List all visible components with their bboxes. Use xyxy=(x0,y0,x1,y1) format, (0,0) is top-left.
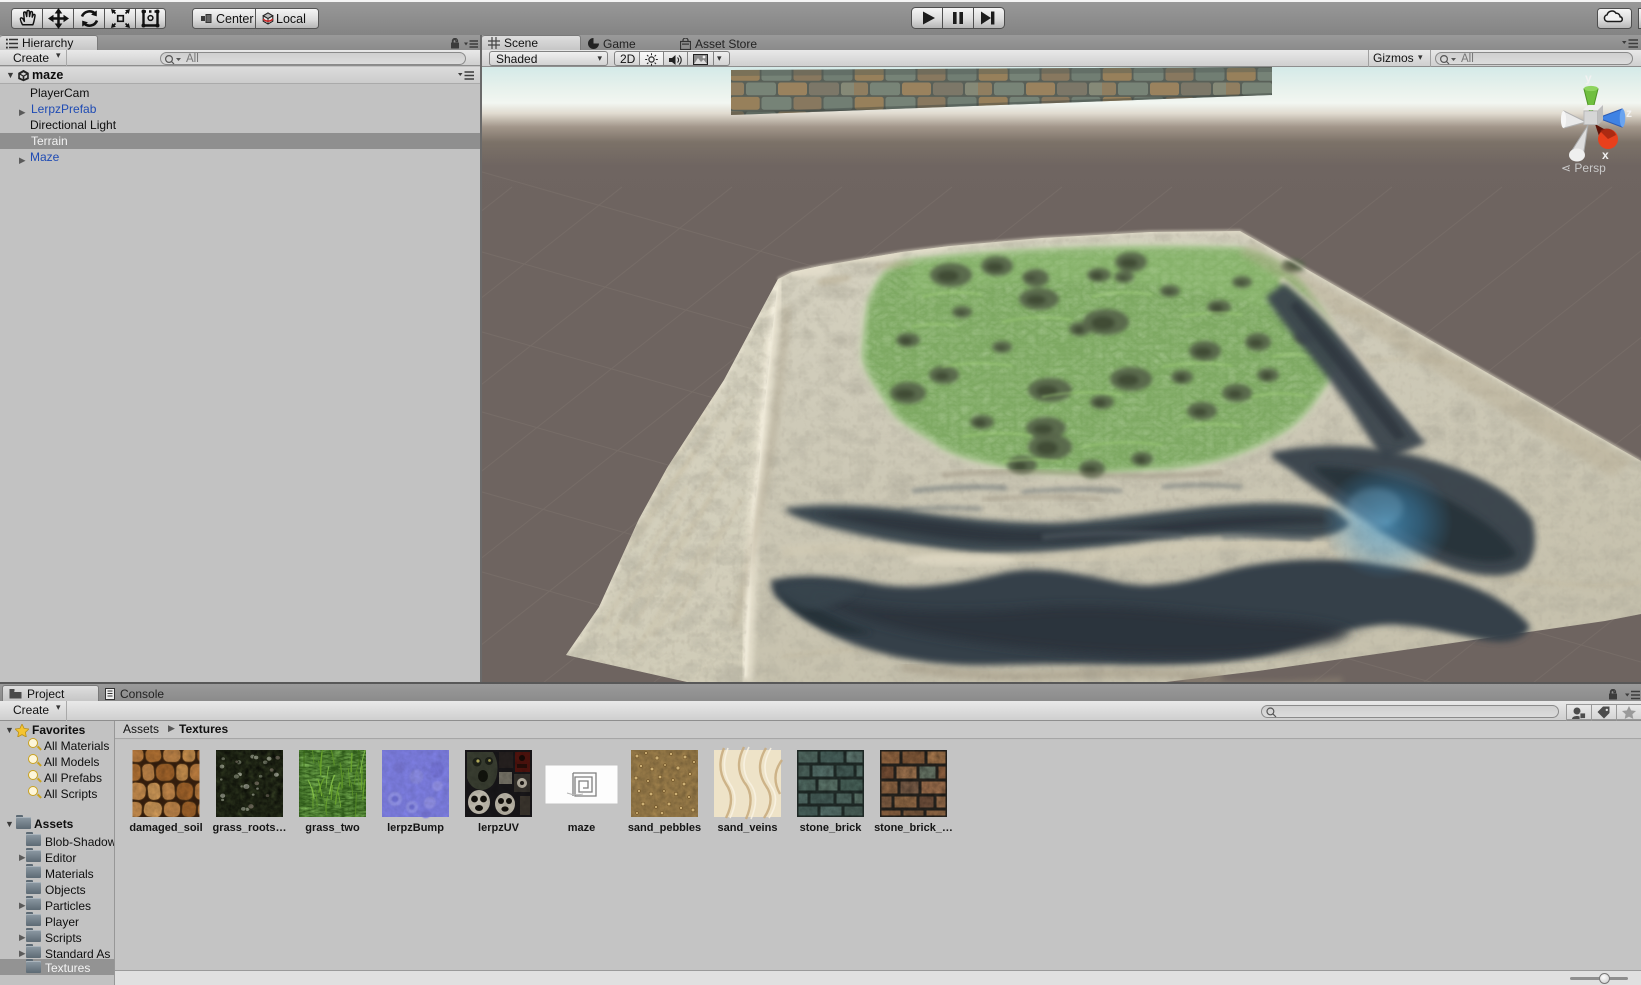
svg-text:Local: Local xyxy=(276,12,306,26)
svg-text:Center: Center xyxy=(216,12,254,26)
svg-text:⋖ Persp: ⋖ Persp xyxy=(1561,161,1606,175)
svg-text:x: x xyxy=(1602,148,1609,162)
svg-text:y: y xyxy=(1585,71,1592,85)
svg-text:z: z xyxy=(1626,106,1632,120)
